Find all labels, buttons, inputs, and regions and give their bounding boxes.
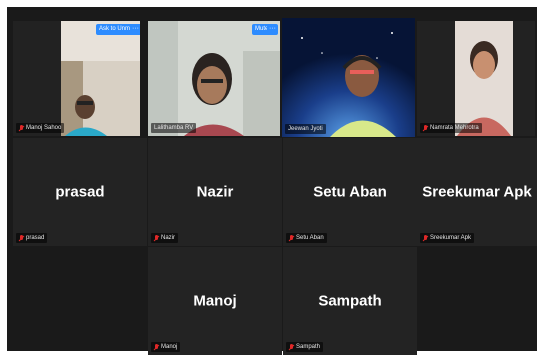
participant-name-label: Jeewan Jyoti	[285, 124, 326, 134]
participant-name: Namrata Mehrotra	[430, 125, 479, 131]
muted-mic-icon	[289, 343, 294, 351]
participant-name: Jeewan Jyoti	[288, 126, 323, 132]
participant-name: Setu Aban	[296, 235, 324, 241]
participant-display-name: prasad	[55, 183, 105, 201]
muted-mic-icon	[289, 234, 294, 242]
participant-tile-nazir[interactable]: Nazir Nazir	[148, 138, 282, 246]
participant-tile-prasad[interactable]: prasad prasad	[13, 138, 147, 246]
participant-name-label: Namrata Mehrotra	[420, 123, 482, 133]
participant-tile-namrata[interactable]: Namrata Mehrotra	[417, 21, 535, 136]
participant-name-label: Sampath	[286, 342, 324, 352]
muted-mic-icon	[423, 234, 428, 242]
participant-name: prasad	[26, 235, 45, 241]
participant-tile-sreekumar[interactable]: Sreekumar Apk Sreekumar Apk	[417, 138, 537, 246]
muted-mic-icon	[154, 343, 159, 351]
participant-name: Manoj Sahoo	[26, 125, 62, 131]
participant-tile-lalithamba[interactable]: Mute ··· Lalithamba RV	[148, 21, 280, 136]
muted-mic-icon	[423, 124, 428, 132]
participant-video	[417, 21, 535, 136]
participant-video	[282, 18, 415, 137]
muted-mic-icon	[19, 234, 24, 242]
participant-name-label: Manoj	[151, 342, 181, 352]
participant-name: Sreekumar Apk	[430, 235, 472, 241]
participant-name: Nazir	[161, 235, 176, 241]
gallery-view: Ask to Unmute ··· Manoj Sahoo Mute ··· L…	[7, 7, 537, 355]
participant-tile-setu-aban[interactable]: Setu Aban Setu Aban	[283, 138, 417, 246]
participant-video	[13, 21, 140, 136]
participant-display-name: Nazir	[196, 183, 234, 201]
participant-name: Lalithamba RV	[154, 125, 194, 131]
participant-name-label: prasad	[16, 233, 48, 243]
participant-name: Manoj	[161, 344, 178, 350]
more-options-button[interactable]: ···	[130, 24, 140, 35]
participant-name: Sampath	[296, 344, 321, 350]
participant-video	[148, 21, 280, 136]
participant-tile-sampath[interactable]: Sampath Sampath	[283, 247, 417, 355]
participant-display-name: Sampath	[318, 292, 382, 310]
more-options-button[interactable]: ···	[267, 24, 278, 35]
participant-tile-manoj[interactable]: Manoj Manoj	[148, 247, 282, 355]
participant-display-name: Sreekumar Apk	[422, 183, 532, 201]
muted-mic-icon	[19, 124, 24, 132]
participant-tile-manoj-sahoo[interactable]: Ask to Unmute ··· Manoj Sahoo	[13, 21, 140, 136]
participant-display-name: Setu Aban	[313, 183, 387, 201]
participant-name-label: Lalithamba RV	[151, 123, 197, 133]
participant-name-label: Sreekumar Apk	[420, 233, 475, 243]
participant-name-label: Nazir	[151, 233, 179, 243]
participant-display-name: Manoj	[193, 292, 237, 310]
participant-tile-jeewan-jyoti[interactable]: Jeewan Jyoti	[282, 18, 415, 137]
muted-mic-icon	[154, 234, 159, 242]
participant-name-label: Manoj Sahoo	[16, 123, 65, 133]
participant-name-label: Setu Aban	[286, 233, 327, 243]
